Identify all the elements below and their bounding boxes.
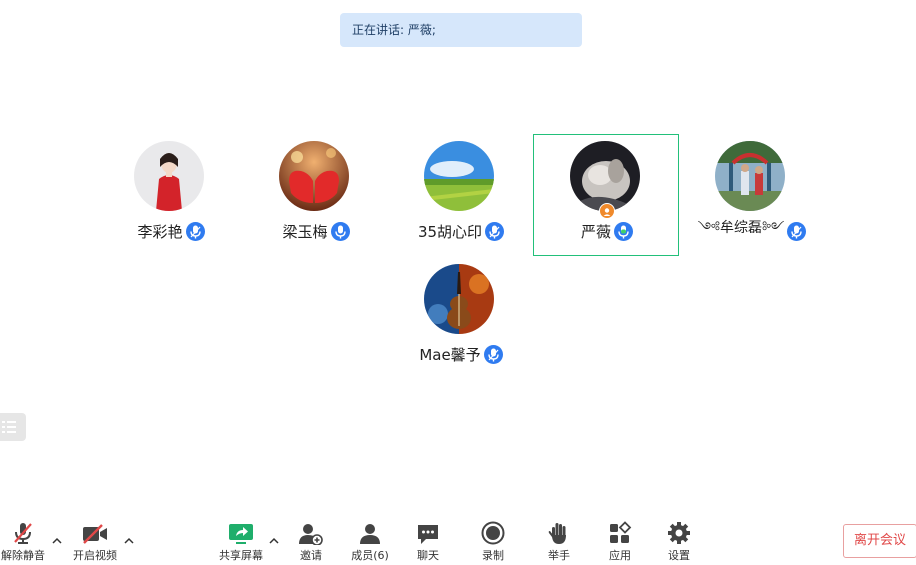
video-off-icon [83, 524, 107, 544]
record-button[interactable]: 录制 [473, 519, 513, 563]
apps-button[interactable]: 应用 [600, 519, 640, 563]
users-icon [360, 524, 380, 544]
apps-icon [610, 521, 632, 543]
participant-name-row: 李彩艳 [98, 221, 244, 241]
chat-button[interactable]: 聊天 [408, 519, 448, 563]
leave-meeting-button[interactable]: 离开会议 [843, 524, 916, 558]
participant-tile[interactable]: 李彩艳 [97, 134, 243, 256]
invite-button[interactable]: 邀请 [291, 519, 331, 563]
microphone-speaking-icon [614, 221, 633, 241]
participant-tile[interactable]: 35胡心印 [387, 134, 533, 256]
participant-name-row: Mae馨予 [388, 344, 534, 364]
microphone-muted-icon [14, 523, 32, 544]
avatar [279, 141, 349, 211]
participant-name-row: 35胡心印 [388, 221, 534, 241]
participant-name: ༺牟综磊༻ [697, 220, 785, 236]
participant-tile[interactable]: ༺牟综磊༻ [678, 134, 824, 256]
host-icon [599, 203, 615, 219]
gear-icon [668, 522, 690, 544]
unmute-button[interactable]: 解除静音 [0, 519, 46, 563]
share-screen-icon [229, 524, 253, 544]
participant-tile-active[interactable]: 严薇 [533, 134, 679, 256]
participant-tile[interactable]: 梁玉梅 [242, 134, 388, 256]
list-icon [2, 421, 16, 433]
raise-hand-button[interactable]: 举手 [539, 519, 579, 563]
participant-name: 严薇 [580, 222, 611, 241]
participant-tile[interactable]: Mae馨予 [387, 257, 533, 379]
avatar [715, 141, 785, 211]
start-video-button[interactable]: 开启视频 [72, 519, 118, 563]
meeting-toolbar: 解除静音 开启视频 共享屏幕 邀请 成员(6) 聊天 录制 举手 应用 设置 [0, 515, 916, 565]
add-user-icon [299, 524, 323, 545]
speaking-indicator: 正在讲话: 严薇; [340, 13, 582, 47]
participant-name: Mae馨予 [419, 345, 481, 364]
participant-name-row: 梁玉梅 [243, 221, 389, 241]
participant-name: 梁玉梅 [282, 222, 328, 241]
sidebar-toggle-button[interactable] [0, 413, 26, 441]
participant-name-row: 严薇 [534, 221, 680, 241]
microphone-icon [787, 221, 807, 241]
avatar [424, 141, 494, 211]
chevron-up-icon[interactable] [123, 535, 135, 547]
participant-name: 李彩艳 [137, 222, 183, 241]
hand-icon [548, 523, 566, 544]
record-icon [481, 521, 505, 545]
microphone-icon [185, 221, 205, 241]
chevron-up-icon[interactable] [268, 535, 280, 547]
microphone-icon [485, 221, 505, 241]
chevron-up-icon[interactable] [51, 535, 63, 547]
settings-button[interactable]: 设置 [659, 519, 699, 563]
participant-name: 35胡心印 [417, 222, 483, 241]
avatar [134, 141, 204, 211]
participant-name-row: ༺牟综磊༻ [679, 220, 825, 241]
chat-icon [418, 525, 438, 544]
members-button[interactable]: 成员(6) [348, 519, 392, 563]
share-screen-button[interactable]: 共享屏幕 [217, 519, 265, 563]
microphone-icon [330, 221, 350, 241]
avatar [570, 141, 640, 211]
microphone-icon [483, 344, 503, 364]
avatar [424, 264, 494, 334]
